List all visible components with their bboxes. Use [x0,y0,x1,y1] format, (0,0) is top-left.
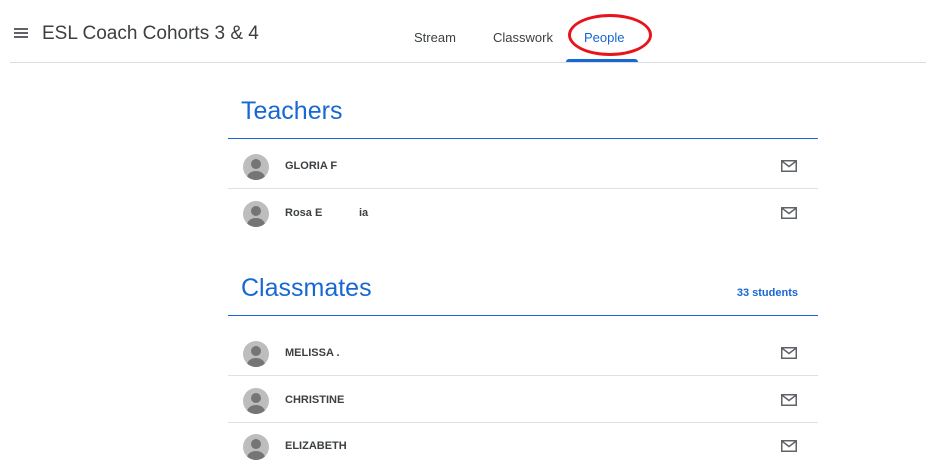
classmate-name: CHRISTINE [285,394,345,406]
classmates-section-rule [228,315,818,316]
email-envelope-icon[interactable] [781,160,797,172]
tab-people[interactable]: People [584,30,624,45]
teacher-name: GLORIA F [285,160,338,172]
classmate-row[interactable]: ELIZABETH [228,422,818,468]
default-avatar-icon [243,154,269,180]
tab-stream[interactable]: Stream [414,30,456,45]
classmate-row[interactable]: MELISSA . [228,329,818,376]
teachers-section-rule [228,138,818,139]
teacher-name: Rosa E ia [285,207,369,219]
default-avatar-icon [243,434,269,460]
email-envelope-icon[interactable] [781,347,797,359]
email-envelope-icon[interactable] [781,207,797,219]
email-envelope-icon[interactable] [781,394,797,406]
classmate-row[interactable]: CHRISTINE [228,376,818,423]
default-avatar-icon [243,341,269,367]
teacher-row[interactable]: Rosa E ia [228,189,818,235]
classmates-section-title: Classmates [241,274,372,302]
default-avatar-icon [243,201,269,227]
classmate-name: MELISSA . [285,347,340,359]
default-avatar-icon [243,388,269,414]
teacher-row[interactable]: GLORIA F [228,142,818,189]
email-envelope-icon[interactable] [781,440,797,452]
hamburger-menu-icon[interactable] [14,28,28,38]
header-divider [10,62,926,63]
top-app-bar: ESL Coach Cohorts 3 & 4 Stream Classwork… [0,0,926,64]
classmate-name: ELIZABETH [285,440,347,452]
student-count: 33 students [736,287,798,299]
teachers-section-title: Teachers [241,97,343,125]
tab-classwork[interactable]: Classwork [493,30,553,45]
class-title[interactable]: ESL Coach Cohorts 3 & 4 [42,23,259,45]
